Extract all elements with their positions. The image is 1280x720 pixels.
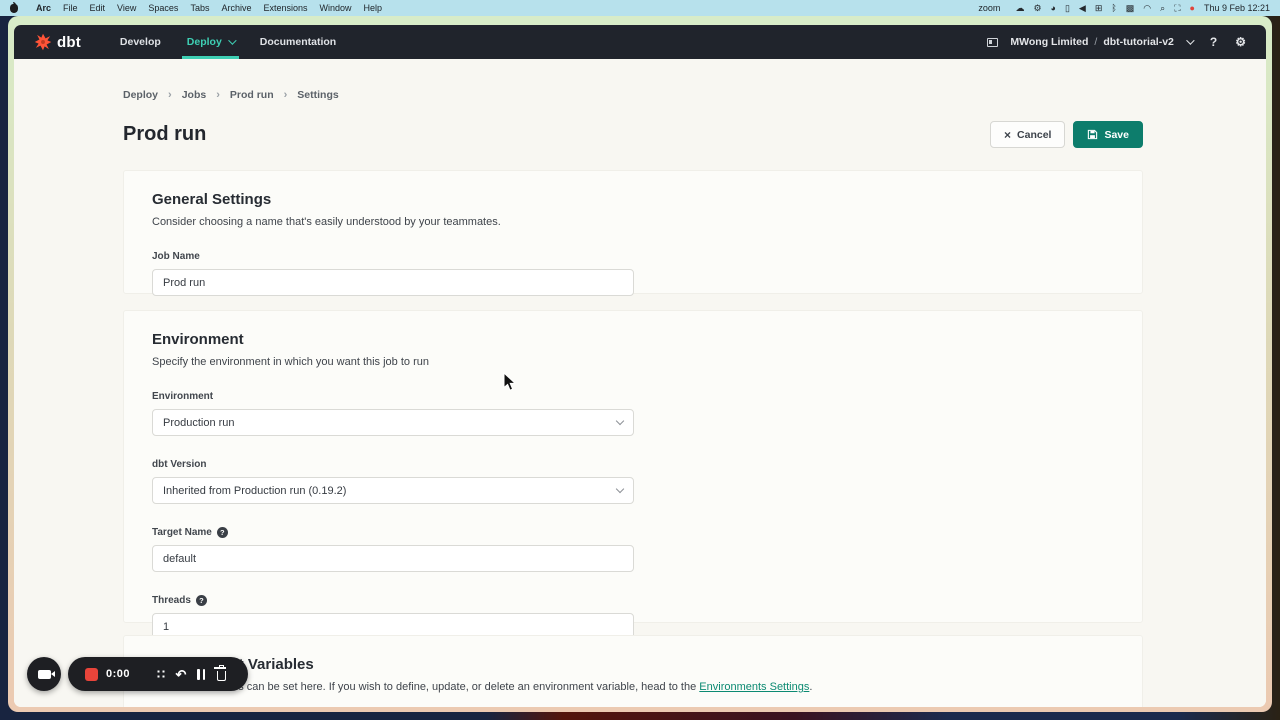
breadcrumb-separator-icon: › — [284, 89, 288, 101]
settings-icon[interactable]: ⚙ — [1033, 0, 1041, 16]
nav-deploy[interactable]: Deploy — [174, 25, 247, 59]
search-icon[interactable]: ⌕ — [1160, 0, 1165, 16]
clock-icon[interactable]: ◕ — [1051, 0, 1056, 16]
job-name-input[interactable]: Prod run — [152, 269, 634, 296]
nav-develop[interactable]: Develop — [107, 25, 174, 59]
breadcrumb-jobs[interactable]: Jobs — [182, 89, 207, 101]
dbt-version-label: dbt Version — [152, 459, 1114, 470]
threads-label: Threads ? — [152, 595, 1114, 606]
menu-item-help[interactable]: Help — [358, 3, 389, 13]
pause-recording-button[interactable] — [191, 664, 211, 684]
trash-icon — [217, 671, 226, 681]
chevron-down-icon — [1186, 36, 1194, 44]
menu-item-archive[interactable]: Archive — [215, 3, 257, 13]
pause-icon — [197, 669, 205, 680]
environment-variables-description: Job level overrides can be set here. If … — [152, 681, 1114, 693]
general-settings-title: General Settings — [152, 191, 1114, 208]
menubar-clock[interactable]: Thu 9 Feb 12:21 — [1204, 3, 1270, 13]
chevron-down-icon — [228, 36, 236, 44]
menu-item-view[interactable]: View — [111, 3, 142, 13]
video-camera-icon — [38, 670, 51, 679]
gear-icon[interactable]: ⚙ — [1235, 35, 1246, 49]
main-nav: Develop Deploy Documentation — [107, 25, 349, 59]
dbt-logo-text: dbt — [57, 34, 81, 51]
environment-select[interactable]: Production run — [152, 409, 634, 436]
target-name-input[interactable]: default — [152, 545, 634, 572]
chevron-down-icon — [616, 417, 624, 425]
help-tooltip-icon[interactable]: ? — [196, 595, 207, 606]
close-icon: × — [1004, 128, 1011, 142]
organization-name: MWong Limited — [1010, 36, 1088, 48]
menu-item-arc[interactable]: Arc — [30, 3, 57, 13]
window-icon[interactable]: ⊞ — [1095, 0, 1103, 16]
recording-toolbar: 0:00 ↶ — [68, 657, 248, 691]
macos-menu-bar: Arc File Edit View Spaces Tabs Archive E… — [0, 0, 1280, 16]
dbt-app: dbt Develop Deploy Documentation MWo — [14, 25, 1266, 707]
undo-icon: ↶ — [176, 668, 187, 681]
help-icon[interactable]: ? — [1210, 35, 1217, 49]
breadcrumb-settings[interactable]: Settings — [297, 89, 338, 101]
environment-card: Environment Specify the environment in w… — [123, 310, 1143, 623]
menu-item-spaces[interactable]: Spaces — [142, 3, 184, 13]
environment-subtitle: Specify the environment in which you wan… — [152, 356, 1114, 368]
drag-dots-icon — [156, 669, 166, 679]
menu-item-tabs[interactable]: Tabs — [184, 3, 215, 13]
delete-recording-button[interactable] — [211, 664, 231, 684]
environment-label: Environment — [152, 391, 1114, 402]
record-dot-icon[interactable]: ● — [1190, 0, 1195, 16]
organization-icon — [987, 38, 998, 47]
mouse-cursor — [503, 372, 517, 392]
job-name-label: Job Name — [152, 251, 1114, 262]
breadcrumb-prod-run[interactable]: Prod run — [230, 89, 274, 101]
wifi-icon[interactable]: ◠ — [1143, 0, 1151, 16]
apple-menu-icon[interactable] — [10, 4, 18, 13]
page-title: Prod run — [123, 123, 206, 146]
recording-timer: 0:00 — [106, 668, 130, 680]
account-project-selector[interactable]: MWong Limited / dbt-tutorial-v2 — [987, 36, 1191, 48]
project-name: dbt-tutorial-v2 — [1103, 36, 1174, 48]
save-icon — [1087, 129, 1098, 140]
save-button[interactable]: Save — [1073, 121, 1143, 148]
page-content: Deploy › Jobs › Prod run › Settings Prod… — [14, 59, 1266, 707]
breadcrumb-separator-icon: › — [216, 89, 220, 101]
menu-item-edit[interactable]: Edit — [84, 3, 112, 13]
volume-icon[interactable]: ◀ — [1079, 0, 1086, 16]
dbt-header: dbt Develop Deploy Documentation MWo — [14, 25, 1266, 59]
environment-title: Environment — [152, 331, 1114, 348]
breadcrumb-separator-icon: › — [168, 89, 172, 101]
keyboard-icon[interactable]: ▩ — [1126, 0, 1135, 16]
chevron-down-icon — [616, 485, 624, 493]
title-row: Prod run × Cancel Save — [123, 121, 1143, 148]
breadcrumb-deploy[interactable]: Deploy — [123, 89, 158, 101]
environment-variables-card: Environment Variables Job level override… — [123, 635, 1143, 707]
header-right: MWong Limited / dbt-tutorial-v2 ? ⚙ — [987, 35, 1246, 49]
restart-recording-button[interactable]: ↶ — [171, 664, 191, 684]
camera-toggle-button[interactable] — [27, 657, 61, 691]
nav-documentation[interactable]: Documentation — [247, 25, 349, 59]
browser-window: dbt Develop Deploy Documentation MWo — [8, 16, 1272, 712]
dbt-logo[interactable]: dbt — [34, 33, 81, 51]
environment-variables-title: Environment Variables — [152, 656, 1114, 673]
zoom-menu-item[interactable]: zoom — [972, 3, 1006, 13]
account-separator: / — [1094, 36, 1097, 48]
dbt-logo-icon — [34, 33, 52, 51]
cancel-button[interactable]: × Cancel — [990, 121, 1065, 148]
menu-item-file[interactable]: File — [57, 3, 84, 13]
general-settings-card: General Settings Consider choosing a nam… — [123, 170, 1143, 294]
help-tooltip-icon[interactable]: ? — [217, 527, 228, 538]
menu-item-window[interactable]: Window — [314, 3, 358, 13]
menu-item-extensions[interactable]: Extensions — [257, 3, 313, 13]
breadcrumb: Deploy › Jobs › Prod run › Settings — [123, 89, 1143, 101]
general-settings-subtitle: Consider choosing a name that's easily u… — [152, 216, 1114, 228]
drag-handle[interactable] — [151, 664, 171, 684]
battery-icon[interactable]: ▯ — [1065, 0, 1070, 16]
target-name-label: Target Name ? — [152, 527, 1114, 538]
display-icon[interactable]: ⛶ — [1174, 0, 1180, 16]
cloud-icon[interactable]: ☁ — [1015, 0, 1024, 16]
dbt-version-select[interactable]: Inherited from Production run (0.19.2) — [152, 477, 634, 504]
environments-settings-link[interactable]: Environments Settings — [699, 681, 809, 693]
stop-recording-button[interactable] — [85, 668, 98, 681]
bluetooth-icon[interactable]: ᛒ — [1111, 0, 1116, 16]
